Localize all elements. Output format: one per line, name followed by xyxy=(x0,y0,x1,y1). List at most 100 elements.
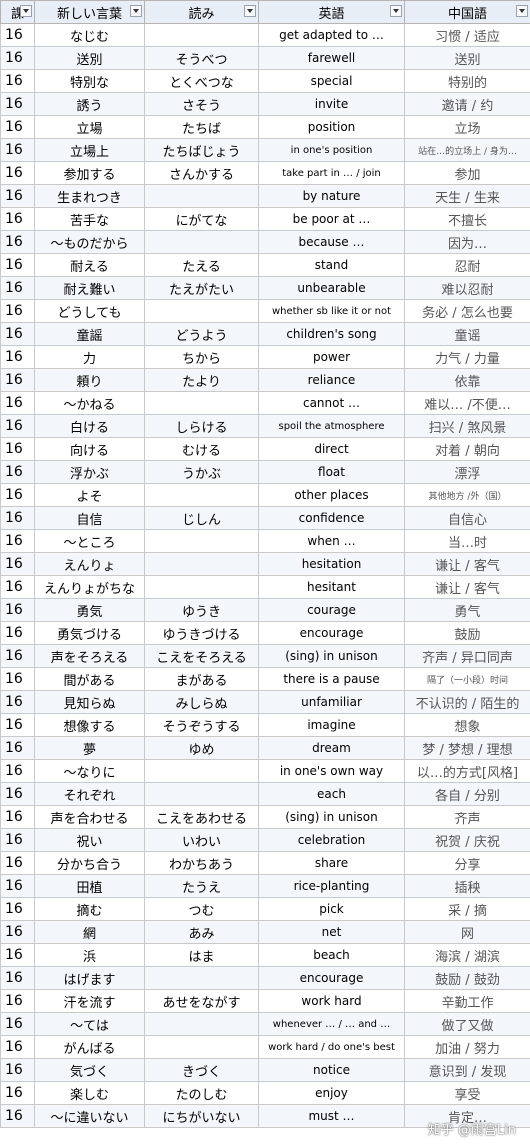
english-cell[interactable]: when … xyxy=(258,529,405,553)
english-cell[interactable]: rice-planting xyxy=(258,874,405,898)
word-cell[interactable]: 摘む xyxy=(34,897,145,921)
chinese-cell[interactable]: 不认识的 / 陌生的 xyxy=(404,690,530,714)
word-cell[interactable]: 向ける xyxy=(34,437,145,461)
level-cell[interactable]: 16 xyxy=(0,483,35,507)
level-cell[interactable]: 16 xyxy=(0,598,35,622)
chinese-cell[interactable]: 海滨 / 湖滨 xyxy=(404,943,530,967)
chinese-cell[interactable]: 意识到 / 发现 xyxy=(404,1058,530,1082)
level-cell[interactable]: 16 xyxy=(0,345,35,369)
level-cell[interactable]: 16 xyxy=(0,46,35,70)
chinese-cell[interactable]: 依靠 xyxy=(404,368,530,392)
chinese-cell[interactable]: 天生 / 生来 xyxy=(404,184,530,208)
level-cell[interactable]: 16 xyxy=(0,184,35,208)
word-cell[interactable]: 白ける xyxy=(34,414,145,438)
reading-cell[interactable] xyxy=(144,483,259,507)
word-cell[interactable]: 楽しむ xyxy=(34,1081,145,1105)
word-cell[interactable]: 勇気 xyxy=(34,598,145,622)
chinese-cell[interactable]: 做了又做 xyxy=(404,1012,530,1036)
reading-cell[interactable] xyxy=(144,230,259,254)
english-cell[interactable]: beach xyxy=(258,943,405,967)
level-cell[interactable]: 16 xyxy=(0,874,35,898)
level-cell[interactable]: 16 xyxy=(0,69,35,93)
reading-cell[interactable]: どうよう xyxy=(144,322,259,346)
reading-cell[interactable]: たえる xyxy=(144,253,259,277)
level-cell[interactable]: 16 xyxy=(0,1012,35,1036)
reading-cell[interactable]: ゆめ xyxy=(144,736,259,760)
reading-cell[interactable] xyxy=(144,782,259,806)
reading-cell[interactable]: たえがたい xyxy=(144,276,259,300)
english-cell[interactable]: hesitation xyxy=(258,552,405,576)
reading-cell[interactable]: みしらぬ xyxy=(144,690,259,714)
level-cell[interactable]: 16 xyxy=(0,23,35,47)
chinese-cell[interactable]: 采 / 摘 xyxy=(404,897,530,921)
word-cell[interactable]: 参加する xyxy=(34,161,145,185)
reading-cell[interactable]: にちがいない xyxy=(144,1104,259,1128)
chinese-cell[interactable]: 忍耐 xyxy=(404,253,530,277)
chinese-cell[interactable]: 对着 / 朝向 xyxy=(404,437,530,461)
level-cell[interactable]: 16 xyxy=(0,851,35,875)
level-cell[interactable]: 16 xyxy=(0,713,35,737)
level-cell[interactable]: 16 xyxy=(0,460,35,484)
reading-cell[interactable] xyxy=(144,552,259,576)
chinese-cell[interactable]: 邀请 / 约 xyxy=(404,92,530,116)
reading-cell[interactable]: しらける xyxy=(144,414,259,438)
level-cell[interactable]: 16 xyxy=(0,437,35,461)
chinese-cell[interactable]: 难以忍耐 xyxy=(404,276,530,300)
chinese-cell[interactable]: 隔了（一小段）时间 xyxy=(404,667,530,691)
chinese-cell[interactable]: 想象 xyxy=(404,713,530,737)
chinese-cell[interactable]: 童谣 xyxy=(404,322,530,346)
reading-cell[interactable] xyxy=(144,299,259,323)
reading-cell[interactable]: わかちあう xyxy=(144,851,259,875)
filter-dropdown-icon[interactable] xyxy=(130,5,142,17)
chinese-cell[interactable]: 谦让 / 客气 xyxy=(404,552,530,576)
filter-dropdown-icon[interactable] xyxy=(20,5,32,17)
word-cell[interactable]: よそ xyxy=(34,483,145,507)
level-cell[interactable]: 16 xyxy=(0,828,35,852)
level-cell[interactable]: 16 xyxy=(0,966,35,990)
reading-cell[interactable]: まがある xyxy=(144,667,259,691)
chinese-cell[interactable]: 分享 xyxy=(404,851,530,875)
reading-cell[interactable] xyxy=(144,1012,259,1036)
english-cell[interactable]: in one's position xyxy=(258,138,405,162)
level-cell[interactable]: 16 xyxy=(0,115,35,139)
word-cell[interactable]: 自信 xyxy=(34,506,145,530)
english-cell[interactable]: hesitant xyxy=(258,575,405,599)
word-cell[interactable]: ～ところ xyxy=(34,529,145,553)
english-cell[interactable]: invite xyxy=(258,92,405,116)
word-cell[interactable]: ～ては xyxy=(34,1012,145,1036)
word-cell[interactable]: 見知らぬ xyxy=(34,690,145,714)
chinese-cell[interactable]: 力气 / 力量 xyxy=(404,345,530,369)
word-cell[interactable]: 力 xyxy=(34,345,145,369)
word-cell[interactable]: 声を合わせる xyxy=(34,805,145,829)
chinese-cell[interactable]: 辛勤工作 xyxy=(404,989,530,1013)
reading-cell[interactable]: にがてな xyxy=(144,207,259,231)
reading-cell[interactable]: さそう xyxy=(144,92,259,116)
english-cell[interactable]: (sing) in unison xyxy=(258,644,405,668)
word-cell[interactable]: それぞれ xyxy=(34,782,145,806)
word-cell[interactable]: 網 xyxy=(34,920,145,944)
level-cell[interactable]: 16 xyxy=(0,506,35,530)
level-cell[interactable]: 16 xyxy=(0,299,35,323)
word-cell[interactable]: 汗を流す xyxy=(34,989,145,1013)
english-cell[interactable]: children's song xyxy=(258,322,405,346)
level-cell[interactable]: 16 xyxy=(0,230,35,254)
filter-dropdown-icon[interactable] xyxy=(244,5,256,17)
level-cell[interactable]: 16 xyxy=(0,1035,35,1059)
reading-cell[interactable]: たのしむ xyxy=(144,1081,259,1105)
chinese-cell[interactable]: 送别 xyxy=(404,46,530,70)
reading-cell[interactable] xyxy=(144,966,259,990)
reading-cell[interactable]: たちばじょう xyxy=(144,138,259,162)
chinese-cell[interactable]: 立场 xyxy=(404,115,530,139)
level-cell[interactable]: 16 xyxy=(0,690,35,714)
header-reading[interactable]: 読み xyxy=(144,0,259,24)
level-cell[interactable]: 16 xyxy=(0,368,35,392)
reading-cell[interactable]: きづく xyxy=(144,1058,259,1082)
chinese-cell[interactable]: 站在…的立场上 / 身为… xyxy=(404,138,530,162)
word-cell[interactable]: 声をそろえる xyxy=(34,644,145,668)
chinese-cell[interactable]: 梦 / 梦想 / 理想 xyxy=(404,736,530,760)
chinese-cell[interactable]: 务必 / 怎么也要 xyxy=(404,299,530,323)
reading-cell[interactable]: あせをながす xyxy=(144,989,259,1013)
level-cell[interactable]: 16 xyxy=(0,1081,35,1105)
reading-cell[interactable] xyxy=(144,1035,259,1059)
chinese-cell[interactable]: 漂浮 xyxy=(404,460,530,484)
